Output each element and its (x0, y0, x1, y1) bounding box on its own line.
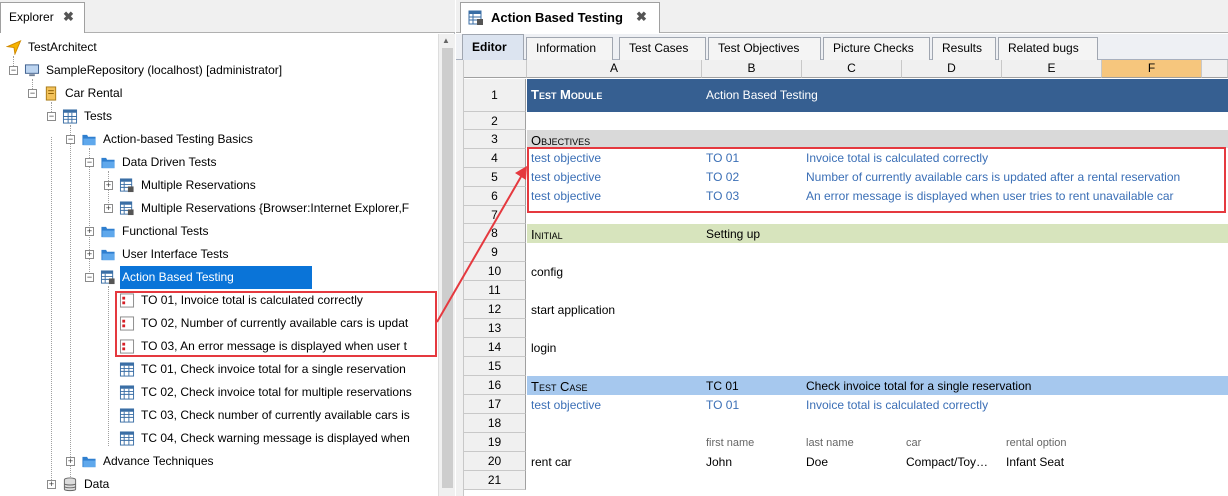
connector-arrow (436, 166, 527, 323)
